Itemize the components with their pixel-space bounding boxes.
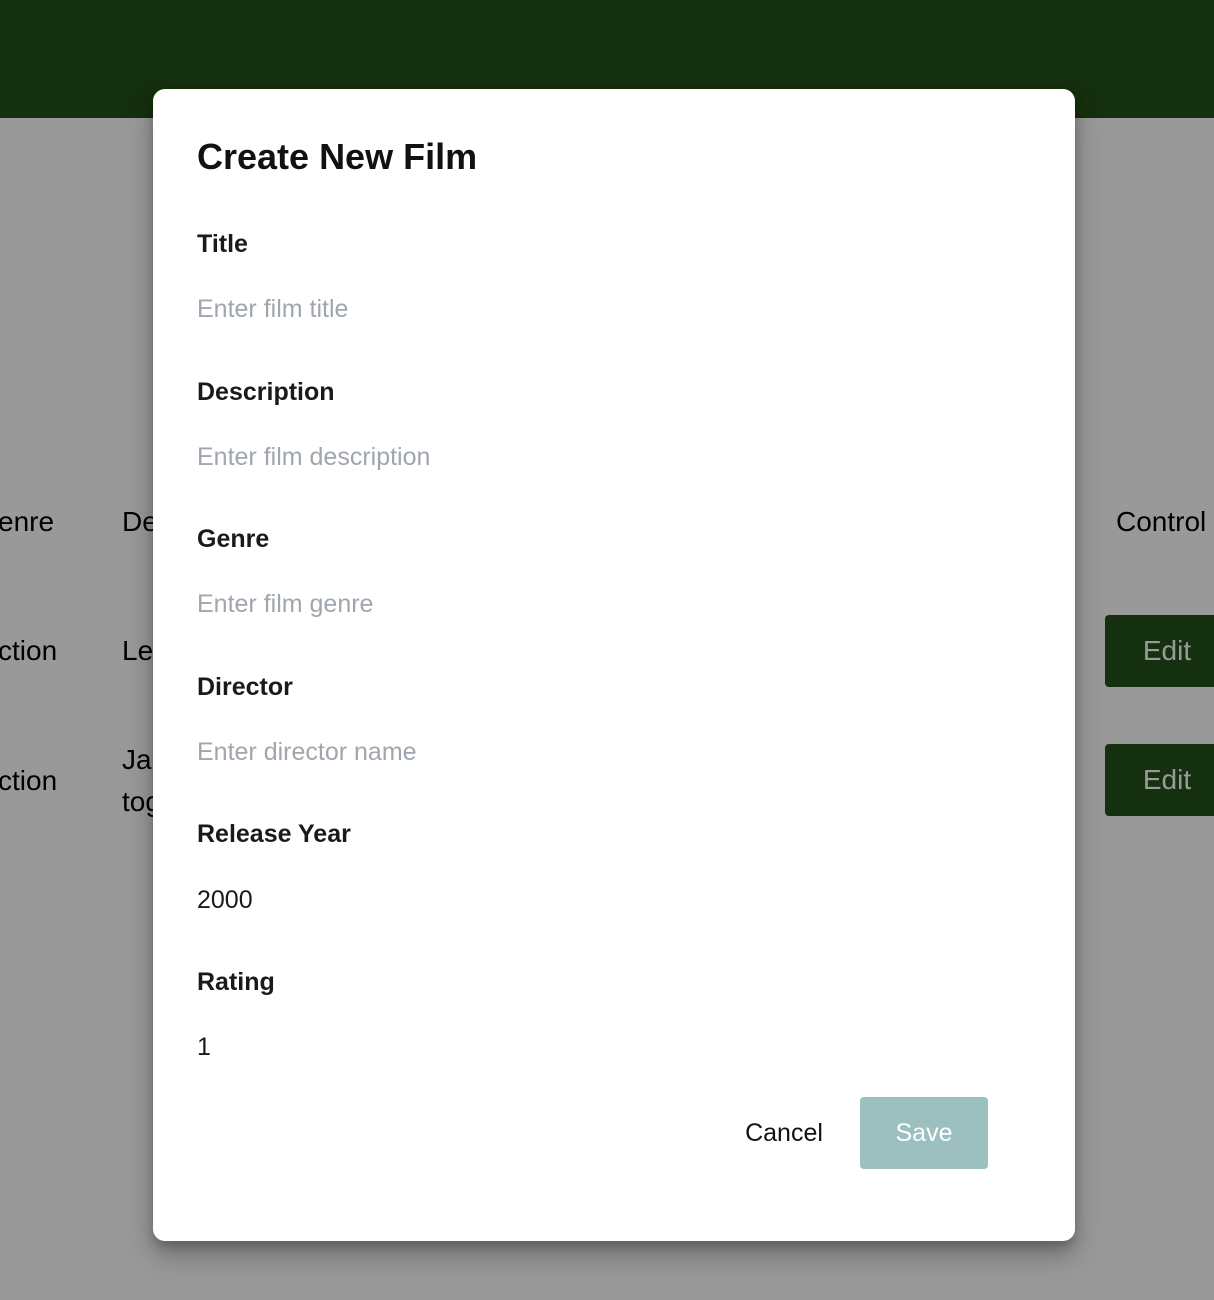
save-button[interactable]: Save xyxy=(860,1097,988,1169)
rating-label: Rating xyxy=(197,968,275,996)
title-label: Title xyxy=(197,230,248,258)
director-input[interactable] xyxy=(197,730,987,774)
director-label: Director xyxy=(197,673,293,701)
page: enre De Control ction Le Edit ction Ja t… xyxy=(0,0,1214,1300)
description-input[interactable] xyxy=(197,435,987,479)
title-input[interactable] xyxy=(197,287,987,331)
description-label: Description xyxy=(197,378,335,406)
cancel-button[interactable]: Cancel xyxy=(723,1097,845,1169)
release-year-label: Release Year xyxy=(197,820,351,848)
release-year-input[interactable] xyxy=(197,878,987,922)
genre-label: Genre xyxy=(197,525,270,553)
rating-input[interactable] xyxy=(197,1025,987,1069)
create-film-modal: Create New Film Title Description Genre … xyxy=(153,89,1075,1241)
modal-title: Create New Film xyxy=(197,136,478,177)
genre-input[interactable] xyxy=(197,582,987,626)
